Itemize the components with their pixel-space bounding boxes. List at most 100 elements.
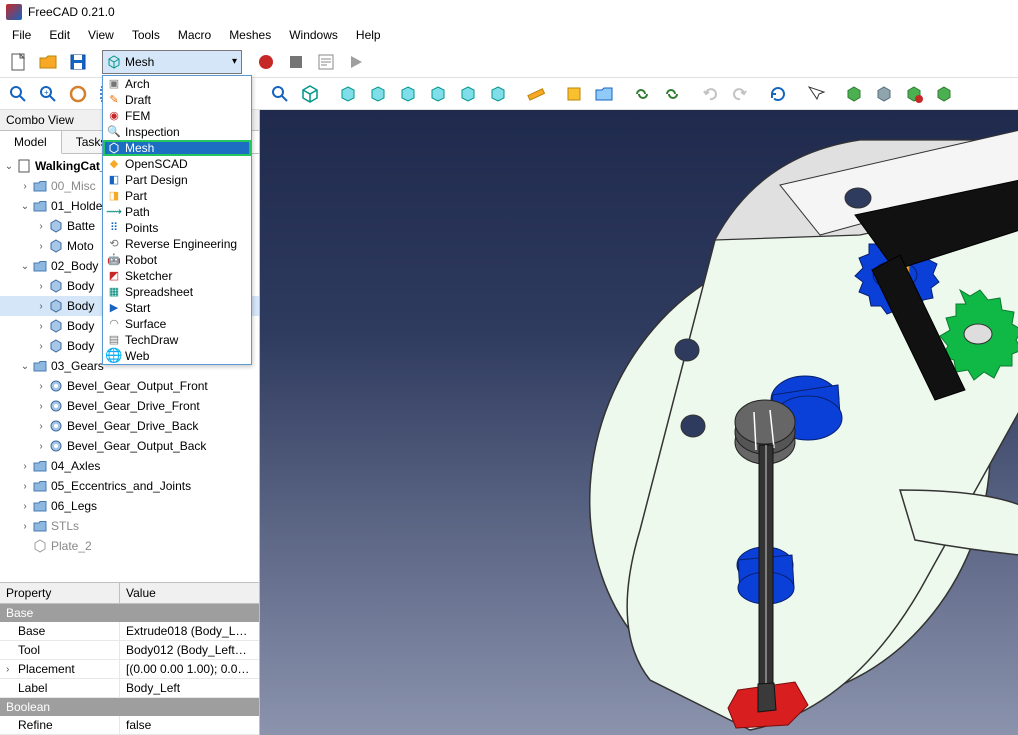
property-value[interactable]: [(0.00 0.00 1.00); 0.00 °; (0... — [120, 660, 259, 678]
group-button[interactable] — [590, 80, 618, 108]
tree-item[interactable]: ›06_Legs — [0, 496, 259, 516]
new-button[interactable] — [4, 48, 32, 76]
expand-icon[interactable]: › — [6, 664, 18, 675]
view-front-button[interactable] — [334, 80, 362, 108]
tree-toggle-icon[interactable]: › — [18, 521, 32, 532]
workbench-item-fem[interactable]: ◉FEM — [103, 108, 251, 124]
tree-toggle-icon[interactable]: › — [34, 301, 48, 312]
workbench-item-spreadsheet[interactable]: ▦Spreadsheet — [103, 284, 251, 300]
tree-toggle-icon[interactable]: › — [18, 461, 32, 472]
property-value[interactable]: Extrude018 (Body_Left_Fr... — [120, 622, 259, 640]
workbench-item-path[interactable]: ⟿Path — [103, 204, 251, 220]
tree-toggle-icon[interactable]: ⌄ — [18, 261, 32, 272]
menu-tools[interactable]: Tools — [124, 26, 168, 44]
tree-item[interactable]: ›Bevel_Gear_Drive_Front — [0, 396, 259, 416]
tree-item[interactable]: ›04_Axles — [0, 456, 259, 476]
property-value[interactable]: false — [120, 716, 259, 734]
tree-toggle-icon[interactable]: › — [34, 221, 48, 232]
whatsthis-button[interactable] — [802, 80, 830, 108]
draw-style-button[interactable] — [64, 80, 92, 108]
view-left-button[interactable] — [484, 80, 512, 108]
menu-meshes[interactable]: Meshes — [221, 26, 279, 44]
view-rear-button[interactable] — [424, 80, 452, 108]
folder-icon — [32, 458, 48, 474]
tree-toggle-icon[interactable]: › — [34, 441, 48, 452]
menu-view[interactable]: View — [80, 26, 122, 44]
view-right-button[interactable] — [394, 80, 422, 108]
mesh-export-button[interactable] — [870, 80, 898, 108]
execute-macro-button[interactable] — [342, 48, 370, 76]
property-row[interactable]: ›Placement[(0.00 0.00 1.00); 0.00 °; (0.… — [0, 660, 259, 679]
refresh-button[interactable] — [764, 80, 792, 108]
workbench-item-part[interactable]: ◨Part — [103, 188, 251, 204]
workbench-item-draft[interactable]: ✎Draft — [103, 92, 251, 108]
tree-item[interactable]: ›Bevel_Gear_Output_Front — [0, 376, 259, 396]
3d-viewport[interactable] — [260, 110, 1018, 735]
property-row[interactable]: ToolBody012 (Body_Left_Back) — [0, 641, 259, 660]
tree-toggle-icon[interactable]: › — [34, 381, 48, 392]
tab-model[interactable]: Model — [0, 131, 62, 154]
menu-macro[interactable]: Macro — [170, 26, 219, 44]
workbench-item-openscad[interactable]: ◆OpenSCAD — [103, 156, 251, 172]
part-button[interactable] — [560, 80, 588, 108]
property-row[interactable]: Refinefalse — [0, 716, 259, 735]
save-button[interactable] — [64, 48, 92, 76]
menu-help[interactable]: Help — [348, 26, 389, 44]
tree-item[interactable]: Plate_2 — [0, 536, 259, 556]
workbench-item-start[interactable]: ▶Start — [103, 300, 251, 316]
tree-toggle-icon[interactable]: › — [18, 181, 32, 192]
workbench-item-web[interactable]: 🌐Web — [103, 348, 251, 364]
tree-toggle-icon[interactable]: ⌄ — [18, 361, 32, 372]
zoom-in-button[interactable]: + — [34, 80, 62, 108]
tree-toggle-icon[interactable]: › — [18, 501, 32, 512]
menu-windows[interactable]: Windows — [281, 26, 346, 44]
tree-item[interactable]: ›05_Eccentrics_and_Joints — [0, 476, 259, 496]
tree-toggle-icon[interactable]: › — [34, 241, 48, 252]
open-button[interactable] — [34, 48, 62, 76]
tree-toggle-icon[interactable]: › — [18, 481, 32, 492]
tree-item[interactable]: ›Bevel_Gear_Output_Back — [0, 436, 259, 456]
view-bottom-button[interactable] — [454, 80, 482, 108]
tree-toggle-icon[interactable]: › — [34, 421, 48, 432]
zoom-fit-button[interactable] — [4, 80, 32, 108]
macros-button[interactable] — [312, 48, 340, 76]
property-row[interactable]: BaseExtrude018 (Body_Left_Fr... — [0, 622, 259, 641]
tree-toggle-icon[interactable]: › — [34, 321, 48, 332]
stop-macro-button[interactable] — [282, 48, 310, 76]
workbench-item-sketcher[interactable]: ◩Sketcher — [103, 268, 251, 284]
property-value[interactable]: Body012 (Body_Left_Back) — [120, 641, 259, 659]
tree-toggle-icon[interactable]: ⌄ — [2, 161, 16, 172]
menu-edit[interactable]: Edit — [41, 26, 78, 44]
workbench-item-reverse[interactable]: ⟲Reverse Engineering — [103, 236, 251, 252]
workbench-selector[interactable]: Mesh ▾ ▣Arch ✎Draft ◉FEM 🔍Inspection Mes… — [102, 50, 242, 74]
mesh-regular-button[interactable] — [930, 80, 958, 108]
tree-item[interactable]: ›STLs — [0, 516, 259, 536]
redo-button[interactable] — [726, 80, 754, 108]
property-value[interactable]: Body_Left — [120, 679, 259, 697]
tree-toggle-icon[interactable]: ⌄ — [18, 201, 32, 212]
zoom-fit2-button[interactable] — [266, 80, 294, 108]
mesh-import-button[interactable] — [840, 80, 868, 108]
menu-file[interactable]: File — [4, 26, 39, 44]
tree-toggle-icon[interactable]: › — [34, 281, 48, 292]
tree-item[interactable]: ›Bevel_Gear_Drive_Back — [0, 416, 259, 436]
workbench-item-arch[interactable]: ▣Arch — [103, 76, 251, 92]
record-macro-button[interactable] — [252, 48, 280, 76]
workbench-item-partdesign[interactable]: ◧Part Design — [103, 172, 251, 188]
link-button[interactable] — [628, 80, 656, 108]
tree-toggle-icon[interactable]: › — [34, 401, 48, 412]
undo-button[interactable] — [696, 80, 724, 108]
workbench-item-mesh[interactable]: Mesh — [103, 140, 251, 156]
mesh-fromshape-button[interactable] — [900, 80, 928, 108]
iso-view-button[interactable] — [296, 80, 324, 108]
workbench-item-points[interactable]: ⠿Points — [103, 220, 251, 236]
measure-button[interactable] — [522, 80, 550, 108]
workbench-item-inspection[interactable]: 🔍Inspection — [103, 124, 251, 140]
view-top-button[interactable] — [364, 80, 392, 108]
tree-toggle-icon[interactable]: › — [34, 341, 48, 352]
workbench-item-techdraw[interactable]: ▤TechDraw — [103, 332, 251, 348]
property-row[interactable]: LabelBody_Left — [0, 679, 259, 698]
workbench-item-surface[interactable]: ◠Surface — [103, 316, 251, 332]
link-group-button[interactable] — [658, 80, 686, 108]
workbench-item-robot[interactable]: 🤖Robot — [103, 252, 251, 268]
